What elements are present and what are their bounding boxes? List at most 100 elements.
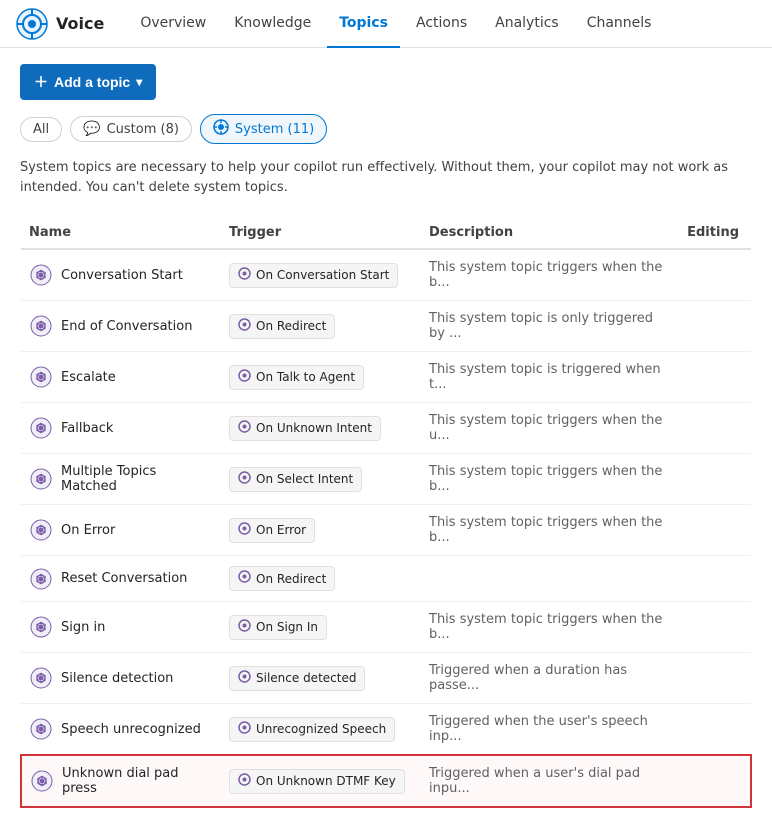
topic-icon: [29, 615, 53, 639]
trigger-icon: [238, 420, 251, 437]
table-row[interactable]: Speech unrecognized Unrecognized Speech …: [21, 704, 751, 756]
table-row[interactable]: Multiple Topics Matched On Select Intent…: [21, 454, 751, 505]
main-content: ＋ Add a topic ▾ All 💬 Custom (8) S: [0, 48, 772, 824]
topic-name-cell: Speech unrecognized: [21, 704, 221, 756]
trigger-badge[interactable]: On Unknown Intent: [229, 416, 381, 441]
nav-actions[interactable]: Actions: [404, 0, 479, 48]
topic-icon: [29, 314, 53, 338]
trigger-icon: [238, 570, 251, 587]
table-row[interactable]: Escalate On Talk to Agent This system to…: [21, 352, 751, 403]
app-name: Voice: [56, 14, 104, 33]
topic-editing: [679, 755, 751, 807]
trigger-badge[interactable]: On Redirect: [229, 566, 335, 591]
trigger-badge[interactable]: On Sign In: [229, 615, 327, 640]
system-icon: [213, 119, 229, 139]
trigger-badge[interactable]: On Conversation Start: [229, 263, 398, 288]
topic-name: Multiple Topics Matched: [61, 464, 209, 494]
table-row[interactable]: Conversation Start On Conversation Start…: [21, 249, 751, 301]
topic-name: Reset Conversation: [61, 571, 187, 586]
trigger-label: On Unknown Intent: [256, 421, 372, 435]
nav-knowledge[interactable]: Knowledge: [222, 0, 323, 48]
table-row[interactable]: Silence detection Silence detected Trigg…: [21, 653, 751, 704]
topic-name: Speech unrecognized: [61, 722, 201, 737]
add-icon: ＋: [34, 72, 48, 92]
topic-icon: [29, 717, 53, 741]
topic-name: Escalate: [61, 370, 116, 385]
trigger-icon: [238, 369, 251, 386]
topic-trigger-cell: On Conversation Start: [221, 249, 421, 301]
filter-system[interactable]: System (11): [200, 114, 327, 144]
trigger-label: Silence detected: [256, 671, 356, 685]
filter-all-label: All: [33, 122, 49, 137]
filter-bar: All 💬 Custom (8) System (11): [20, 114, 752, 144]
trigger-icon: [238, 471, 251, 488]
th-name: Name: [21, 217, 221, 249]
filter-system-label: System (11): [235, 122, 314, 137]
trigger-badge[interactable]: On Select Intent: [229, 467, 362, 492]
table-row[interactable]: On Error On Error This system topic trig…: [21, 505, 751, 556]
topic-editing: [679, 249, 751, 301]
add-topic-label: Add a topic: [54, 74, 130, 90]
trigger-label: On Sign In: [256, 620, 318, 634]
topic-description: Triggered when the user's speech inp...: [421, 704, 679, 756]
topic-trigger-cell: Silence detected: [221, 653, 421, 704]
topic-trigger-cell: Unrecognized Speech: [221, 704, 421, 756]
topic-trigger-cell: On Sign In: [221, 602, 421, 653]
trigger-icon: [238, 773, 251, 790]
trigger-icon: [238, 721, 251, 738]
topic-name: Conversation Start: [61, 268, 183, 283]
trigger-label: On Select Intent: [256, 472, 353, 486]
topic-editing: [679, 403, 751, 454]
trigger-label: On Talk to Agent: [256, 370, 355, 384]
topic-description: Triggered when a user's dial pad inpu...: [421, 755, 679, 807]
topic-trigger-cell: On Talk to Agent: [221, 352, 421, 403]
trigger-label: On Redirect: [256, 319, 326, 333]
topic-icon: [29, 467, 53, 491]
trigger-badge[interactable]: On Redirect: [229, 314, 335, 339]
trigger-label: On Unknown DTMF Key: [256, 774, 396, 788]
topic-trigger-cell: On Error: [221, 505, 421, 556]
topic-description: This system topic triggers when the b...: [421, 454, 679, 505]
topic-name-cell: Conversation Start: [21, 249, 221, 301]
table-row[interactable]: Fallback On Unknown Intent This system t…: [21, 403, 751, 454]
trigger-label: On Conversation Start: [256, 268, 389, 282]
app-logo: Voice: [16, 8, 104, 40]
topic-editing: [679, 704, 751, 756]
nav-channels[interactable]: Channels: [575, 0, 664, 48]
table-row[interactable]: Sign in On Sign In This system topic tri…: [21, 602, 751, 653]
trigger-badge[interactable]: On Error: [229, 518, 315, 543]
add-topic-button[interactable]: ＋ Add a topic ▾: [20, 64, 156, 100]
trigger-icon: [238, 267, 251, 284]
nav-analytics[interactable]: Analytics: [483, 0, 571, 48]
topic-name-cell: Fallback: [21, 403, 221, 454]
filter-all[interactable]: All: [20, 117, 62, 142]
topic-icon: [29, 263, 53, 287]
table-row[interactable]: Reset Conversation On Redirect: [21, 556, 751, 602]
topic-description: This system topic triggers when the b...: [421, 249, 679, 301]
topic-name: Sign in: [61, 620, 105, 635]
topic-name: Silence detection: [61, 671, 173, 686]
th-editing: Editing: [679, 217, 751, 249]
table-row[interactable]: End of Conversation On Redirect This sys…: [21, 301, 751, 352]
trigger-icon: [238, 318, 251, 335]
topic-trigger-cell: On Unknown DTMF Key: [221, 755, 421, 807]
topic-name-cell: Escalate: [21, 352, 221, 403]
topic-description: Triggered when a duration has passe...: [421, 653, 679, 704]
nav-overview[interactable]: Overview: [128, 0, 218, 48]
top-nav: Voice Overview Knowledge Topics Actions …: [0, 0, 772, 48]
topic-icon: [29, 567, 53, 591]
trigger-badge[interactable]: Unrecognized Speech: [229, 717, 395, 742]
topic-name: Fallback: [61, 421, 113, 436]
topic-icon: [29, 365, 53, 389]
trigger-badge[interactable]: On Unknown DTMF Key: [229, 769, 405, 794]
topic-trigger-cell: On Select Intent: [221, 454, 421, 505]
filter-custom[interactable]: 💬 Custom (8): [70, 116, 192, 142]
trigger-icon: [238, 670, 251, 687]
nav-topics[interactable]: Topics: [327, 0, 400, 48]
topic-editing: [679, 301, 751, 352]
table-row[interactable]: Unknown dial pad press On Unknown DTMF K…: [21, 755, 751, 807]
topic-name-cell: Sign in: [21, 602, 221, 653]
trigger-badge[interactable]: Silence detected: [229, 666, 365, 691]
trigger-badge[interactable]: On Talk to Agent: [229, 365, 364, 390]
topic-name-cell: On Error: [21, 505, 221, 556]
